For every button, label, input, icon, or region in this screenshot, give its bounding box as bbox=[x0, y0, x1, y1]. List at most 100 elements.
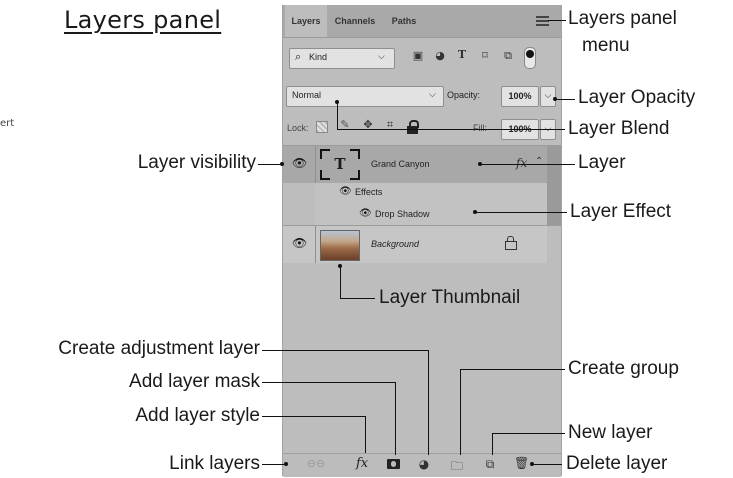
chevron-down-icon: ⌵ bbox=[378, 51, 385, 61]
label-delete-layer: Delete layer bbox=[566, 453, 668, 474]
eye-icon[interactable]: 👁 bbox=[292, 156, 307, 170]
label-create-adjustment: Create adjustment layer bbox=[58, 338, 260, 359]
callout-line-adjustment-h bbox=[262, 350, 429, 352]
label-create-group: Create group bbox=[568, 358, 679, 379]
layer-row-background[interactable]: 👁 Background bbox=[283, 226, 547, 263]
label-layer: Layer bbox=[578, 152, 626, 173]
new-layer-icon[interactable]: ⧉ bbox=[483, 457, 497, 472]
label-layer-effect: Layer Effect bbox=[570, 201, 672, 222]
type-layer-thumbnail: T bbox=[320, 149, 360, 180]
callout-dot bbox=[553, 97, 557, 101]
eye-icon[interactable]: 👁 bbox=[292, 236, 307, 250]
chevron-down-icon: ⌵ bbox=[429, 89, 436, 99]
callout-line-delete-layer bbox=[532, 464, 562, 466]
shape-filter-icon[interactable]: ⌑ bbox=[478, 49, 492, 62]
diagram-title: Layers panel bbox=[64, 6, 222, 34]
label-new-layer: New layer bbox=[568, 422, 653, 443]
adjustment-filter-icon[interactable]: ◕ bbox=[433, 49, 447, 62]
callout-line-layer bbox=[480, 164, 575, 166]
folder-icon[interactable]: 🗀 bbox=[450, 457, 464, 478]
label-panel-menu-1: Layers panel bbox=[568, 8, 677, 29]
scrollbar[interactable] bbox=[547, 183, 561, 225]
effects-group: 👁 Effects 👁 Drop Shadow bbox=[315, 183, 547, 225]
background-layer-name: Background bbox=[371, 239, 420, 249]
drop-shadow-label: Drop Shadow bbox=[375, 209, 430, 219]
label-panel-menu-2: menu bbox=[582, 35, 630, 56]
smart-object-filter-icon[interactable]: ⧉ bbox=[501, 49, 515, 63]
eye-icon[interactable]: 👁 bbox=[339, 186, 352, 197]
callout-dot bbox=[478, 162, 482, 166]
background-thumbnail bbox=[320, 230, 360, 261]
lock-label: Lock: bbox=[287, 123, 309, 133]
adjustment-icon[interactable]: ◕ bbox=[417, 457, 431, 471]
blend-mode-select[interactable]: Normal ⌵ bbox=[286, 86, 444, 107]
mask-icon[interactable] bbox=[387, 459, 400, 469]
tab-layers[interactable]: Layers bbox=[285, 5, 327, 37]
label-add-mask: Add layer mask bbox=[129, 371, 260, 392]
layer-name: Grand Canyon bbox=[371, 159, 430, 169]
opacity-label: Opacity: bbox=[447, 90, 481, 100]
callout-line-new-layer-v bbox=[492, 433, 494, 455]
chevron-down-icon: ⌵ bbox=[544, 123, 552, 133]
blend-mode-value: Normal bbox=[292, 90, 322, 100]
effects-label: Effects bbox=[355, 187, 383, 197]
layers-panel: Layers Channels Paths ⌕ Kind ⌵ ▣ ◕ T ⌑ ⧉… bbox=[282, 5, 562, 477]
callout-line-layer-blend-h bbox=[337, 129, 565, 131]
panel-tab-bar: Layers Channels Paths bbox=[283, 5, 561, 38]
divider bbox=[315, 226, 316, 263]
filter-toggle-knob bbox=[526, 50, 534, 58]
label-layer-visibility: Layer visibility bbox=[137, 152, 256, 173]
callout-dot bbox=[338, 264, 342, 268]
callout-line-new-layer-h bbox=[492, 433, 565, 435]
callout-dot bbox=[280, 162, 284, 166]
callout-line-layer-effect bbox=[475, 212, 567, 214]
callout-line-style-v bbox=[365, 416, 367, 453]
filter-kind-select[interactable]: ⌕ Kind ⌵ bbox=[289, 48, 395, 69]
callout-line-visibility bbox=[258, 164, 280, 166]
callout-line-layer-opacity bbox=[555, 99, 575, 101]
type-filter-icon[interactable]: T bbox=[455, 48, 469, 61]
lock-icon[interactable] bbox=[406, 120, 420, 134]
callout-dot bbox=[530, 462, 534, 466]
trash-icon[interactable]: 🗑 bbox=[514, 456, 529, 470]
label-layer-thumbnail: Layer Thumbnail bbox=[379, 287, 521, 308]
filter-toggle[interactable] bbox=[524, 47, 536, 69]
label-add-style: Add layer style bbox=[135, 405, 260, 426]
callout-line-mask-v bbox=[395, 382, 397, 455]
tab-paths[interactable]: Paths bbox=[383, 5, 425, 37]
label-link-layers: Link layers bbox=[169, 453, 260, 474]
opacity-field[interactable]: 100% bbox=[501, 86, 539, 107]
link-icon[interactable]: ⊖⊖ bbox=[305, 457, 327, 470]
callout-line-adjustment-v bbox=[428, 350, 430, 455]
tab-channels[interactable]: Channels bbox=[329, 5, 381, 37]
lock-transparent-icon[interactable] bbox=[316, 121, 328, 133]
lock-icon bbox=[505, 236, 517, 250]
bottom-toolbar: ⊖⊖ fx ◕ 🗀 ⧉ 🗑 bbox=[283, 453, 561, 477]
callout-line-style-h bbox=[262, 416, 366, 418]
eye-icon[interactable]: 👁 bbox=[359, 208, 372, 219]
divider bbox=[315, 146, 316, 183]
callout-line-panel-menu bbox=[548, 20, 566, 22]
callout-dot bbox=[284, 462, 288, 466]
callout-line-link bbox=[262, 464, 284, 466]
callout-dot bbox=[335, 100, 339, 104]
callout-line-layer-blend-v bbox=[337, 102, 339, 130]
label-layer-opacity: Layer Opacity bbox=[578, 87, 696, 108]
image-filter-icon[interactable]: ▣ bbox=[411, 49, 425, 62]
callout-dot bbox=[473, 210, 477, 214]
label-layer-blend: Layer Blend bbox=[568, 118, 670, 139]
chevron-down-icon: ⌵ bbox=[544, 90, 552, 100]
callout-line-thumbnail-v bbox=[340, 266, 342, 299]
fill-label: Fill: bbox=[473, 123, 487, 133]
callout-line-thumbnail-h bbox=[340, 298, 375, 300]
fx-icon[interactable]: fx bbox=[516, 156, 527, 170]
type-glyph: T bbox=[334, 155, 346, 173]
cropped-text: ert bbox=[0, 118, 15, 129]
callout-line-create-group-h bbox=[460, 369, 565, 371]
callout-line-mask-h bbox=[262, 382, 396, 384]
search-icon: ⌕ bbox=[295, 51, 302, 63]
chevron-up-icon[interactable]: ⌃ bbox=[535, 156, 543, 167]
callout-line-create-group-v bbox=[460, 369, 462, 455]
fx-icon[interactable]: fx bbox=[356, 456, 368, 471]
filter-kind-label: Kind bbox=[309, 52, 328, 62]
